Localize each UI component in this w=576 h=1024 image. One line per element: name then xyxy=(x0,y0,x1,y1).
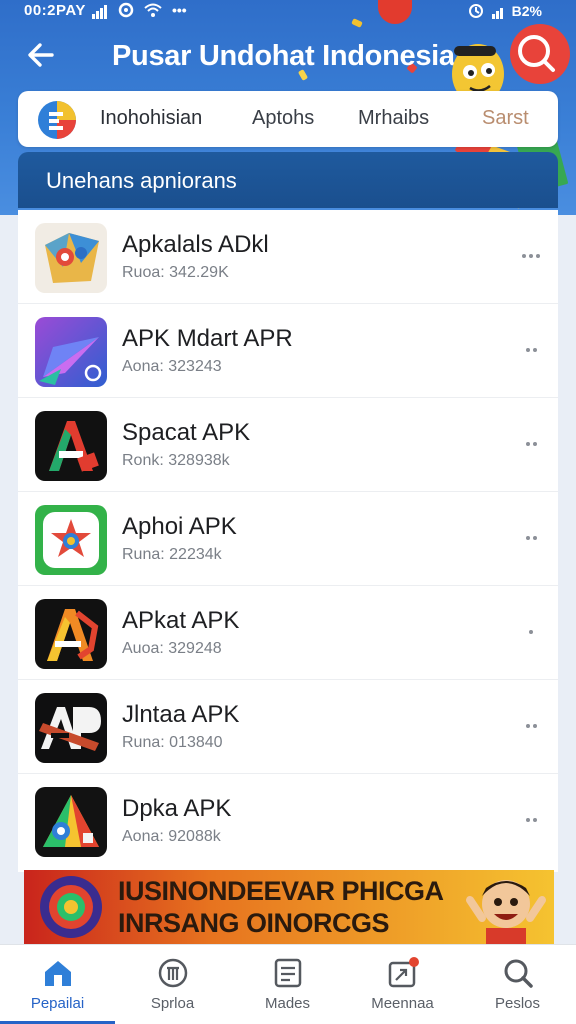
list-item[interactable]: Dpka APK Aona: 92088k xyxy=(18,774,558,868)
app-meta: Auoa: 329248 xyxy=(122,640,222,657)
more-options-icon[interactable] xyxy=(518,342,544,358)
home-icon xyxy=(45,961,71,986)
app-meta: Aona: 323243 xyxy=(122,358,222,375)
tab-3[interactable]: Sarst xyxy=(482,107,529,130)
app-logo-icon xyxy=(38,101,76,139)
list-item[interactable]: Spacat APK Ronk: 328938k xyxy=(18,398,558,492)
page-title: Pusar Undohat Indonesia xyxy=(112,40,455,72)
app-name: Apkalals ADkl xyxy=(122,231,269,258)
list-item[interactable]: APkat APK Auoa: 329248 xyxy=(18,586,558,680)
nav-item-documents[interactable]: Mades xyxy=(230,945,345,1024)
ad-mascot-illustration xyxy=(466,880,546,944)
app-meta: Ronk: 328938k xyxy=(122,452,230,469)
search-button[interactable] xyxy=(512,32,556,76)
paper-plane-app-icon xyxy=(35,317,107,387)
letters-ap-app-icon xyxy=(35,693,107,763)
store-icon xyxy=(158,958,188,988)
list-item[interactable]: Apkalals ADkl Ruoa: 342.29K xyxy=(18,210,558,304)
nav-label: Pepailai xyxy=(30,995,85,1012)
app-list: Apkalals ADkl Ruoa: 342.29K APK Mdart AP… xyxy=(18,210,558,872)
document-icon xyxy=(274,958,302,988)
status-time: 00:2PAY xyxy=(24,2,86,19)
app-name: Jlntaa APK xyxy=(122,701,240,728)
section-header: Unehans apniorans xyxy=(18,152,558,208)
app-meta: Runa: 22234k xyxy=(122,546,222,563)
category-tabs: Inohohisian Aptohs Mrhaibs Sarst xyxy=(18,91,558,147)
ad-banner[interactable]: IUSINONDEEVAR PHICGA INRSANG OINORCGS xyxy=(24,870,554,944)
signal-icon xyxy=(92,2,108,19)
ad-logo-icon xyxy=(40,876,102,938)
list-item[interactable]: Jlntaa APK Runa: 013840 xyxy=(18,680,558,774)
battery-level: B2% xyxy=(511,2,542,19)
app-name: Dpka APK xyxy=(122,795,232,822)
app-name: APkat APK xyxy=(122,607,240,634)
more-status-icon: ••• xyxy=(172,2,187,18)
more-options-icon[interactable] xyxy=(518,530,544,546)
ad-headline: IUSINONDEEVAR PHICGA xyxy=(118,876,444,906)
search-icon xyxy=(504,959,533,988)
app-meta: Runa: 013840 xyxy=(122,734,223,751)
app-name: Aphoi APK xyxy=(122,513,237,540)
bottom-navigation: Pepailai Sprloa Mades Meennaa Peslos xyxy=(0,944,576,1024)
back-arrow-icon[interactable] xyxy=(24,38,58,72)
letter-a-app-icon xyxy=(35,411,107,481)
app-name: APK Mdart APR xyxy=(122,325,293,352)
tab-1[interactable]: Aptohs xyxy=(252,107,314,130)
alarm-icon xyxy=(468,3,483,18)
nav-item-home[interactable]: Pepailai xyxy=(0,945,115,1024)
status-icons-right: B2% xyxy=(468,2,542,19)
nav-label: Sprloa xyxy=(150,995,195,1012)
more-options-icon[interactable] xyxy=(518,436,544,452)
star-logo-app-icon xyxy=(35,505,107,575)
ad-subline: INRSANG OINORCGS xyxy=(118,908,390,938)
status-icons-left: ••• xyxy=(92,2,187,19)
triangle-app-icon xyxy=(35,787,107,857)
more-options-icon[interactable] xyxy=(518,624,544,640)
letter-a-orange-app-icon xyxy=(35,599,107,669)
map-pin-app-icon xyxy=(35,223,107,293)
nav-label: Peslos xyxy=(494,995,541,1012)
nav-item-search[interactable]: Peslos xyxy=(460,945,575,1024)
app-meta: Aona: 92088k xyxy=(122,828,221,845)
list-item[interactable]: Aphoi APK Runa: 22234k xyxy=(18,492,558,586)
app-meta: Ruoa: 342.29K xyxy=(122,264,229,281)
nav-item-store[interactable]: Sprloa xyxy=(115,945,230,1024)
more-options-icon[interactable] xyxy=(518,248,544,264)
notification-box-icon xyxy=(388,957,419,988)
nav-item-messages[interactable]: Meennaa xyxy=(345,945,460,1024)
section-title: Unehans apniorans xyxy=(46,168,237,193)
tab-0[interactable]: Inohohisian xyxy=(100,107,202,130)
nav-label: Mades xyxy=(264,995,311,1012)
wifi-icon xyxy=(144,3,162,17)
signal-strength-icon xyxy=(491,2,504,19)
notification-badge-icon xyxy=(378,0,412,24)
app-name: Spacat APK xyxy=(122,419,251,446)
more-options-icon[interactable] xyxy=(518,718,544,734)
nav-label: Meennaa xyxy=(371,995,434,1012)
circle-status-icon xyxy=(118,2,134,18)
more-options-icon[interactable] xyxy=(518,812,544,828)
list-item[interactable]: APK Mdart APR Aona: 323243 xyxy=(18,304,558,398)
tab-2[interactable]: Mrhaibs xyxy=(358,107,429,130)
